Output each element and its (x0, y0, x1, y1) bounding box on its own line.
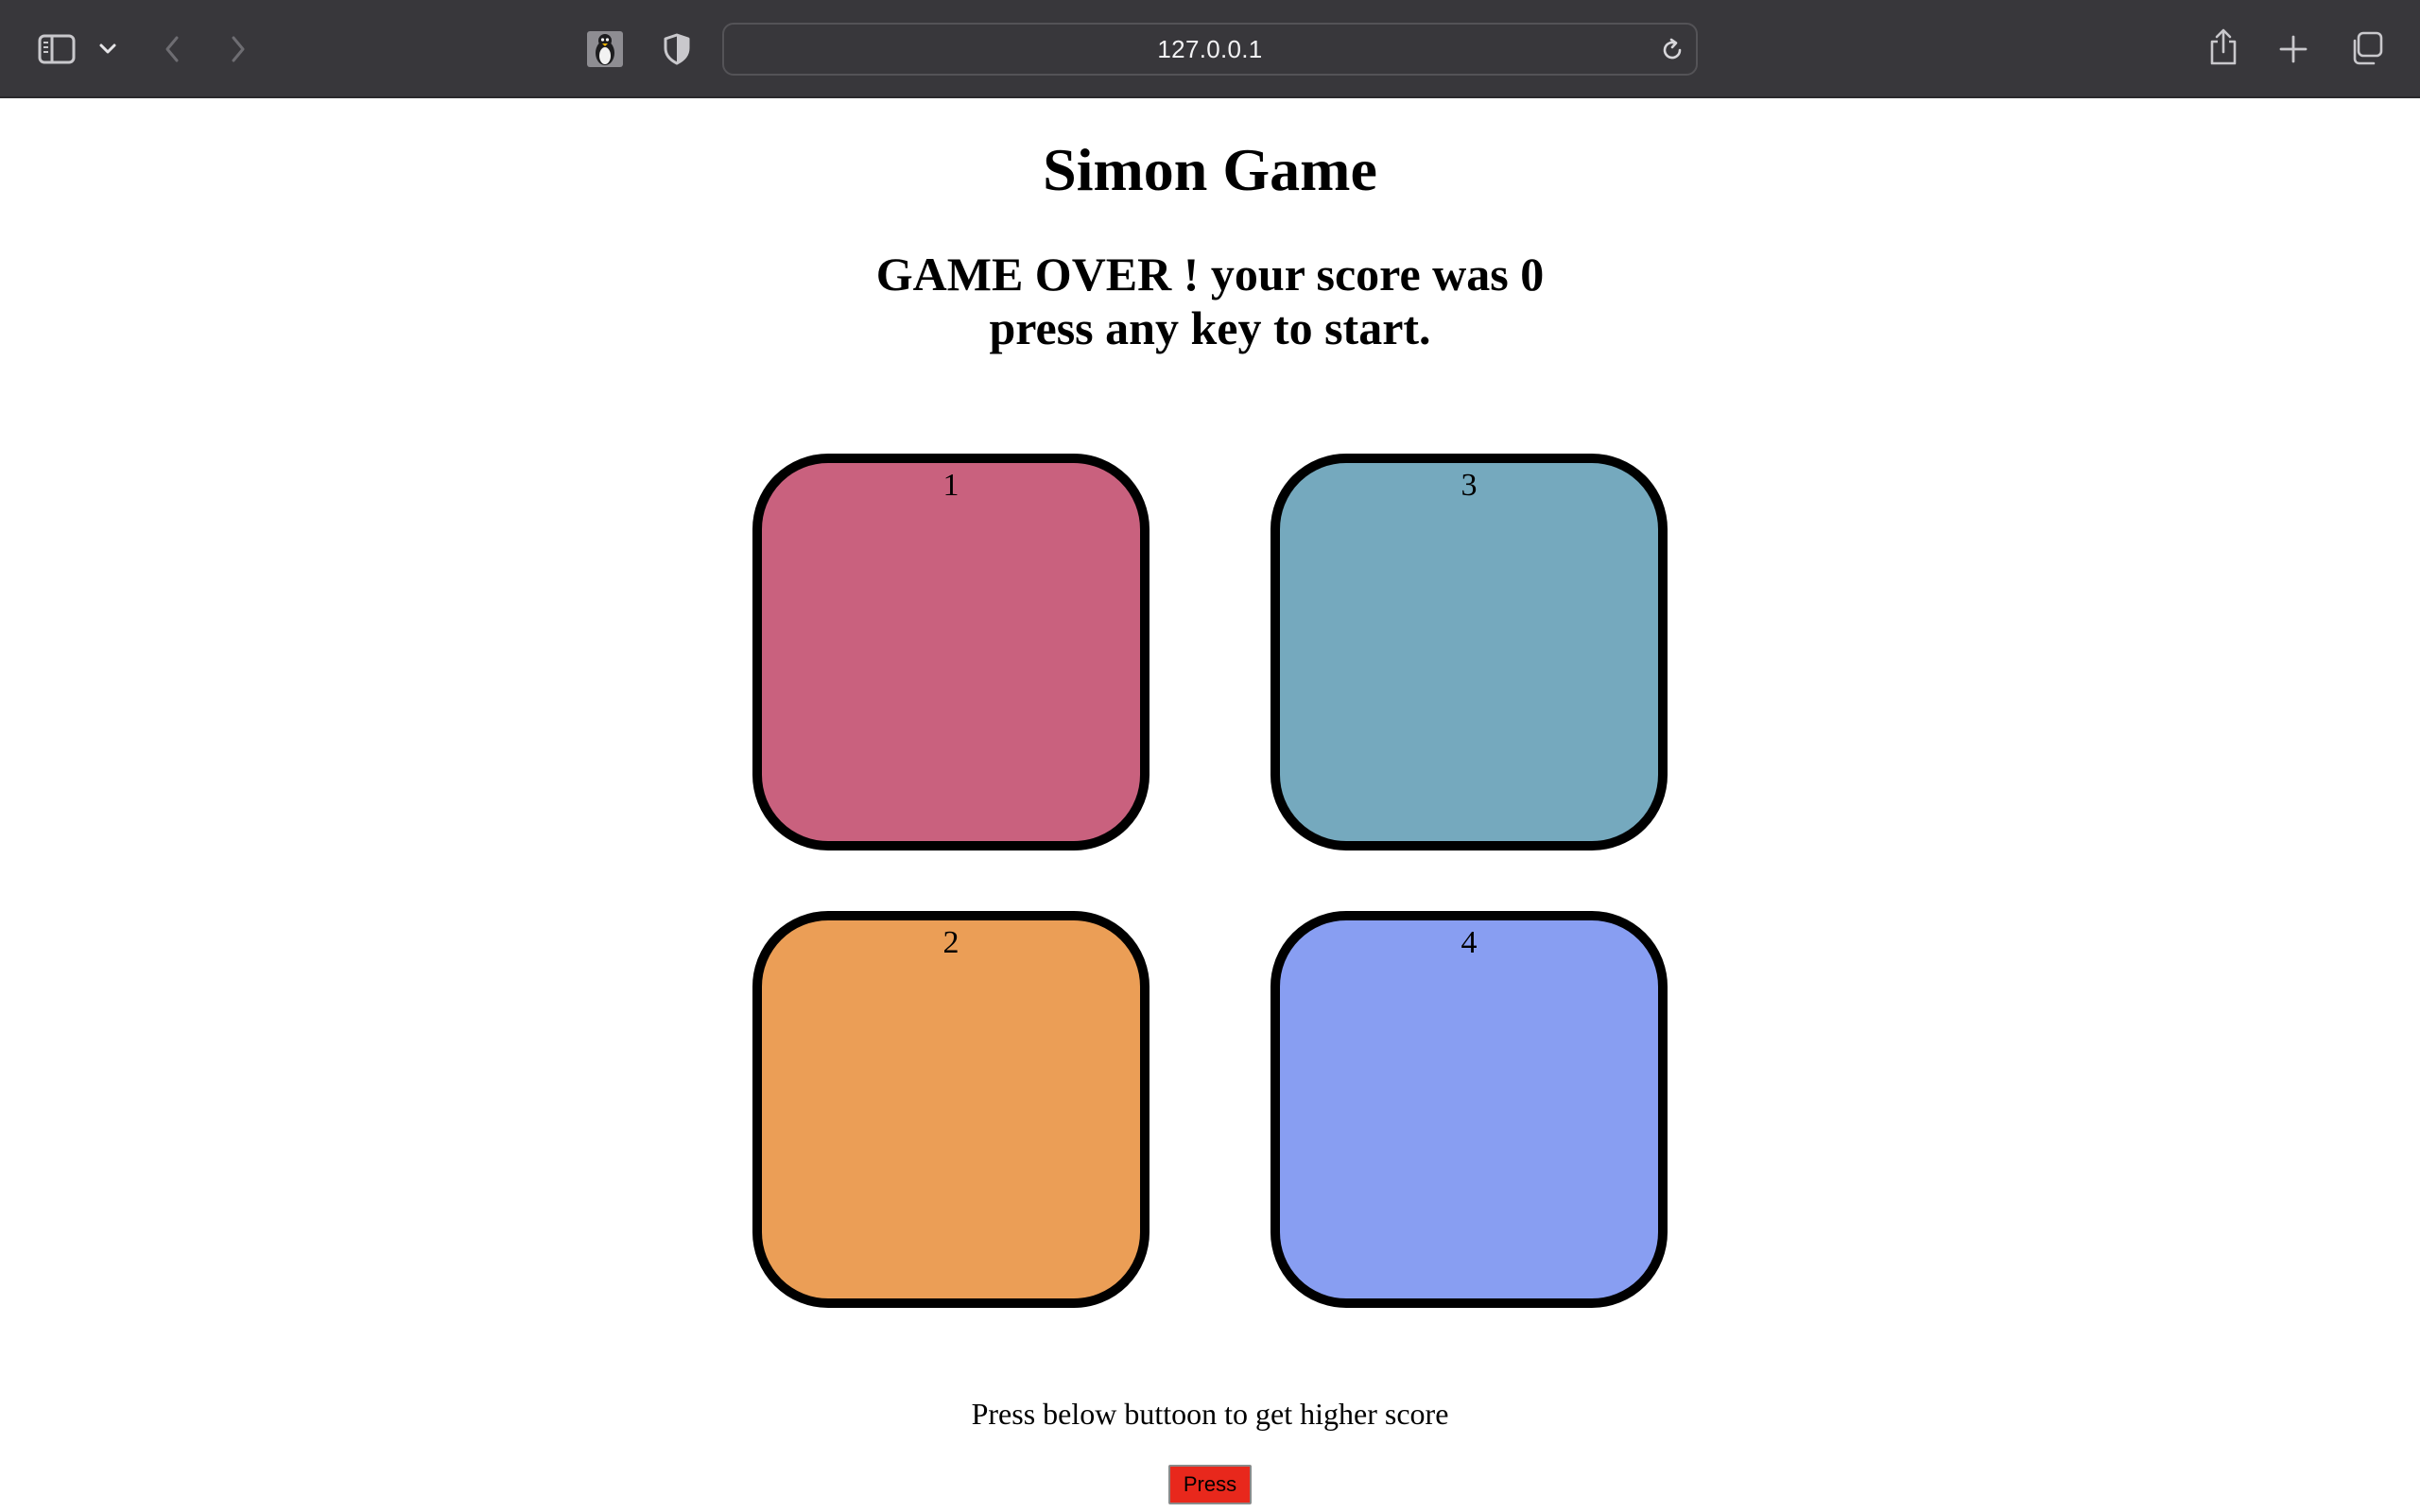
chevron-left-icon[interactable] (157, 30, 187, 68)
pad-1-label: 1 (942, 468, 959, 503)
share-icon[interactable] (2204, 26, 2242, 68)
shield-icon[interactable] (660, 32, 694, 66)
simon-game-page: Simon Game GAME OVER ! your score was 0 … (0, 100, 2420, 1512)
plus-icon[interactable] (2274, 30, 2312, 68)
game-status: GAME OVER ! your score was 0 press any k… (0, 248, 2420, 355)
pad-2-button[interactable]: 2 (752, 911, 1150, 1308)
address-bar[interactable]: 127.0.0.1 (722, 23, 1698, 76)
pad-4-button[interactable]: 4 (1270, 911, 1668, 1308)
pad-4-label: 4 (1461, 925, 1478, 960)
reload-icon[interactable] (1658, 36, 1686, 64)
pad-3-button[interactable]: 3 (1270, 454, 1668, 850)
pad-3-label: 3 (1461, 468, 1478, 503)
tabs-icon[interactable] (2346, 28, 2386, 68)
game-over-message: GAME OVER ! your score was 0 (875, 248, 1545, 301)
penguin-icon (586, 30, 624, 68)
sidebar-icon[interactable] (34, 30, 79, 68)
chevron-right-icon[interactable] (223, 30, 253, 68)
browser-toolbar: 127.0.0.1 (0, 0, 2420, 98)
start-instruction: press any key to start. (989, 301, 1431, 354)
pad-2-label: 2 (942, 925, 959, 960)
chevron-down-icon[interactable] (95, 36, 121, 62)
hint-text: Press below buttoon to get higher score (971, 1397, 1449, 1431)
pad-1-button[interactable]: 1 (752, 454, 1150, 850)
press-button[interactable]: Press (1168, 1465, 1252, 1504)
url-text: 127.0.0.1 (1157, 34, 1263, 63)
page-title: Simon Game (1043, 136, 1377, 203)
